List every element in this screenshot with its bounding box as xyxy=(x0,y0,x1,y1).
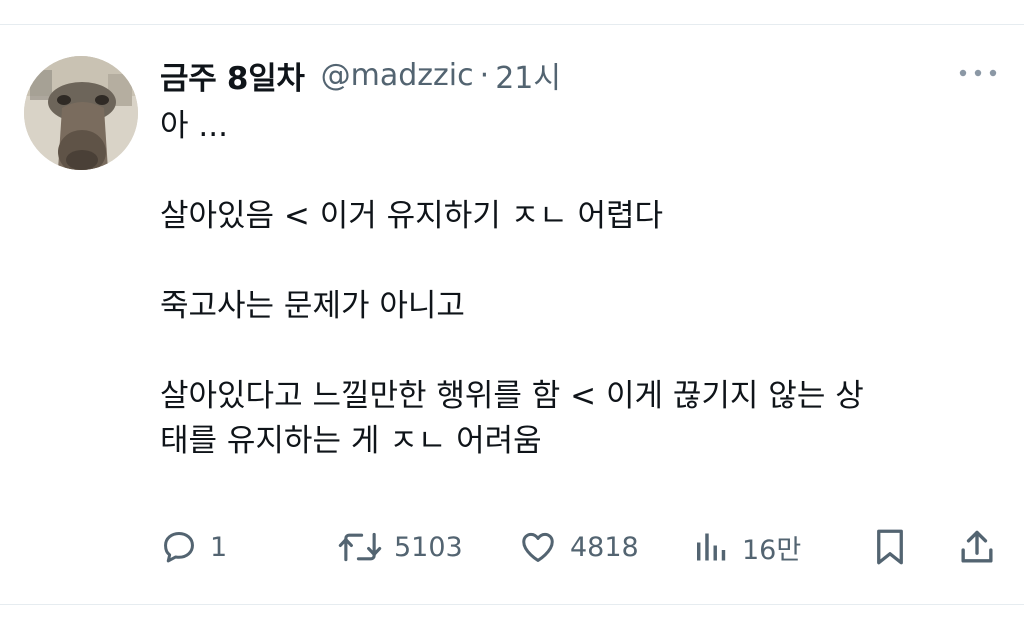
reply-icon xyxy=(164,532,194,563)
bookmark-button[interactable] xyxy=(872,524,908,570)
user-handle[interactable]: @madzzic xyxy=(321,58,474,93)
bottom-divider xyxy=(0,604,1024,605)
bookmark-icon xyxy=(877,529,903,565)
more-options-button[interactable] xyxy=(956,60,1000,86)
retweet-count: 5103 xyxy=(394,531,463,563)
separator-dot: · xyxy=(479,57,490,93)
share-icon xyxy=(961,530,993,563)
reply-button[interactable]: 1 xyxy=(160,524,227,570)
top-divider xyxy=(0,24,1024,25)
tweet-text-line: 살아있음 < 이거 유지하기 ㅈㄴ 어렵다 xyxy=(160,198,664,234)
tweet-actions: 1 5103 4818 16만 xyxy=(160,524,1000,570)
views-button[interactable]: 16만 xyxy=(694,524,801,570)
views-icon xyxy=(697,533,726,561)
tweet-text: 아 ... 살아있음 < 이거 유지하기 ㅈㄴ 어렵다 죽고사는 문제가 아니고… xyxy=(160,104,1000,464)
tweet-blank-line xyxy=(160,239,1000,284)
tweet-text-line: 태를 유지하는 게 ㅈㄴ 어려움 xyxy=(160,423,542,459)
retweet-icon xyxy=(338,532,382,562)
retweet-button[interactable]: 5103 xyxy=(338,524,463,570)
timestamp[interactable]: 21시 xyxy=(495,53,561,97)
like-count: 4818 xyxy=(570,531,639,563)
tweet-header: 금주 8일차 @madzzic · 21시 xyxy=(160,52,561,98)
views-count: 16만 xyxy=(742,534,802,566)
tweet-text-line: 죽고사는 문제가 아니고 xyxy=(160,288,465,324)
heart-icon xyxy=(522,532,554,562)
avatar-image xyxy=(24,56,138,170)
tweet-text-line: 살아있다고 느낄만한 행위를 함 < 이게 끊기지 않는 상 xyxy=(160,378,864,414)
reply-count: 1 xyxy=(210,531,228,563)
like-button[interactable]: 4818 xyxy=(518,524,639,570)
tweet-blank-line xyxy=(160,149,1000,194)
display-name[interactable]: 금주 8일차 xyxy=(160,53,305,98)
tweet-blank-line xyxy=(160,329,1000,374)
tweet-text-line: 아 ... xyxy=(160,108,228,144)
tweet-screen: 금주 8일차 @madzzic · 21시 아 ... 살아있음 < 이거 유지… xyxy=(0,0,1024,618)
share-button[interactable] xyxy=(958,524,996,570)
avatar[interactable] xyxy=(24,56,138,170)
more-dots-icon xyxy=(959,69,997,77)
